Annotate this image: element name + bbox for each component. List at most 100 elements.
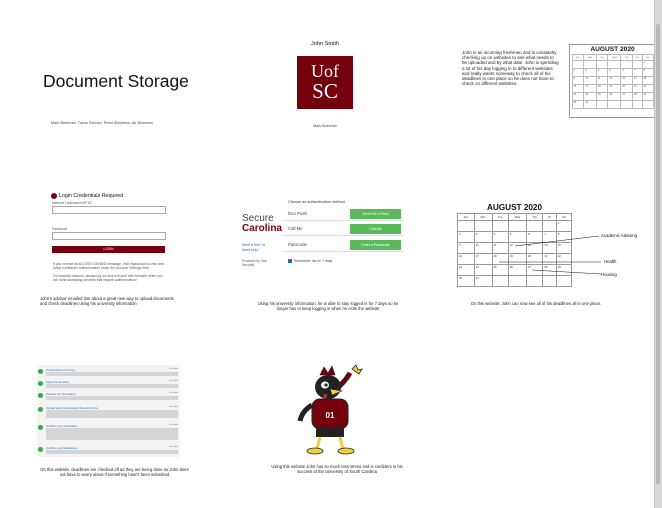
day-header: Thu: [525, 213, 544, 221]
what-is-this-link[interactable]: What is this? ⧉: [242, 243, 265, 247]
passcode-label: Passcode: [288, 242, 307, 247]
check-icon: [38, 393, 43, 398]
deadline-arrows: [499, 235, 602, 275]
panel5-caption: Using his university information, he is …: [257, 301, 399, 312]
small-calendar: AUGUST 2020 Sun Mon Tue Wed Thu Fri Sat 1 2345…: [569, 44, 656, 118]
svg-text:01: 01: [326, 411, 335, 420]
send-push-button[interactable]: Send Me a Push: [350, 209, 401, 219]
big-calendar-title: AUGUST 2020: [486, 203, 543, 212]
storyboard-page: Document Storage Mark Boehmer, Travis Sc…: [0, 0, 656, 508]
remember-me-checkbox[interactable]: Remember me for 7 days: [288, 259, 333, 264]
day-cell: 3: [583, 68, 597, 77]
logo-text-bottom: SC: [312, 79, 338, 103]
login-form: Login Credentials Required Network Usern…: [51, 193, 167, 288]
day-cell: 22: [641, 84, 654, 93]
day-cell: 13: [620, 76, 634, 85]
panel4-caption: John's advisor emailed him about a great…: [40, 296, 174, 307]
day-cell: 4: [595, 68, 609, 77]
mfa-note: If you receive an ACCESS DENIED message,…: [53, 262, 164, 270]
day-header: Sun: [457, 213, 475, 221]
scrollbar-thumb[interactable]: [656, 24, 660, 484]
password-input[interactable]: [52, 232, 166, 240]
username-label: Network Username/VIP ID: [52, 201, 92, 205]
day-cell: 12: [607, 76, 622, 85]
check-icon: [38, 447, 43, 452]
day-cell: 1: [641, 60, 654, 69]
list-item[interactable]: Upload and Immunization Record Forms Due …: [37, 405, 180, 419]
day-cell: 19: [607, 84, 622, 93]
check-icon: [38, 381, 43, 386]
check-icon: [38, 425, 43, 430]
item-date: Due date: [169, 368, 178, 370]
item-date: Due date: [169, 392, 178, 394]
checkbox-icon[interactable]: [288, 259, 292, 264]
duo-push-row: Duo Push Send Me a Push: [282, 208, 404, 221]
need-help-link[interactable]: Need help?: [242, 248, 259, 252]
list-item[interactable]: Apply for Housing Due date: [37, 379, 180, 389]
item-bar: [46, 410, 178, 418]
day-cell: 15: [641, 76, 654, 85]
item-date: Due date: [169, 446, 178, 448]
enter-passcode-button[interactable]: Enter a Passcode: [350, 240, 401, 250]
day-cell: 16: [571, 84, 585, 93]
arrow-housing: [531, 269, 602, 275]
day-cell: 26: [607, 92, 622, 101]
day-header: Tue: [491, 213, 509, 221]
login-button[interactable]: LOGIN: [52, 246, 165, 253]
list-item[interactable]: Pre-Enrollment Survey Due date: [37, 367, 180, 377]
item-date: Due date: [169, 424, 178, 426]
panel6-caption: On this website, John can now see all of…: [470, 301, 602, 306]
day-cell: [641, 100, 654, 109]
username-input[interactable]: [52, 206, 166, 214]
item-bar: [46, 450, 178, 454]
day-cell: 14: [632, 76, 643, 85]
day-cell: 21: [632, 84, 643, 93]
call-me-label: Call Me: [288, 226, 303, 231]
annotation-housing: Housing: [601, 272, 617, 277]
passcode-row: Passcode Enter a Passcode: [282, 239, 404, 252]
logo-caption: Mark Boehmer: [313, 124, 337, 128]
item-bar: [46, 428, 178, 440]
annotation-health: Health: [604, 259, 617, 264]
day-cell: 25: [595, 92, 609, 101]
item-bar: [46, 396, 178, 400]
day-cell: 7: [632, 68, 643, 77]
day-cell: 8: [641, 68, 654, 77]
lock-icon: [51, 193, 57, 199]
list-item[interactable]: Confirm your Residence Due date: [37, 445, 180, 455]
day-cell: [595, 100, 609, 109]
login-heading: Login Credentials Required: [59, 193, 124, 199]
call-me-button[interactable]: Call Me: [350, 224, 401, 234]
call-me-row: Call Me Call Me: [282, 223, 404, 236]
panel8-caption: Using this website John has so much less…: [271, 464, 403, 475]
gamecock-mascot-image: 01: [297, 364, 363, 455]
day-cell: 29: [641, 92, 654, 101]
day-cell: [607, 100, 622, 109]
list-item[interactable]: Confirm your Orientation Due date: [37, 423, 180, 441]
day-cell: [632, 100, 643, 109]
day-cell: [620, 100, 634, 109]
list-item[interactable]: Prepare for Orientation Due date: [37, 391, 180, 401]
arrow-academic-advising: [514, 235, 600, 247]
remember-me-label: Remember me for 7 days: [294, 259, 333, 263]
day-cell: [571, 60, 585, 69]
day-cell: [607, 60, 622, 69]
day-cell: 23: [571, 92, 585, 101]
day-cell: [632, 60, 643, 69]
item-date: Due date: [169, 406, 178, 408]
secure-carolina-brand: Secure Carolina What is this? ⧉ Need hel…: [238, 198, 282, 290]
check-icon: [38, 369, 43, 374]
check-icon: [38, 407, 43, 412]
day-cell: 27: [620, 92, 634, 101]
day-cell: 9: [571, 76, 585, 85]
logo-text-top: Uof: [311, 61, 339, 81]
duo-push-label: Duo Push: [288, 211, 307, 216]
day-header: Sat: [555, 213, 573, 221]
day-cell: [620, 60, 634, 69]
annotation-academic-advising: Academic Advising: [601, 233, 638, 238]
panel7-caption: On this website, deadlines are checked o…: [40, 467, 189, 478]
day-header: Fri: [542, 213, 557, 221]
duo-header: Choose an authentication method: [288, 200, 345, 204]
day-cell: 31: [583, 100, 597, 109]
day-cell: 18: [595, 84, 609, 93]
